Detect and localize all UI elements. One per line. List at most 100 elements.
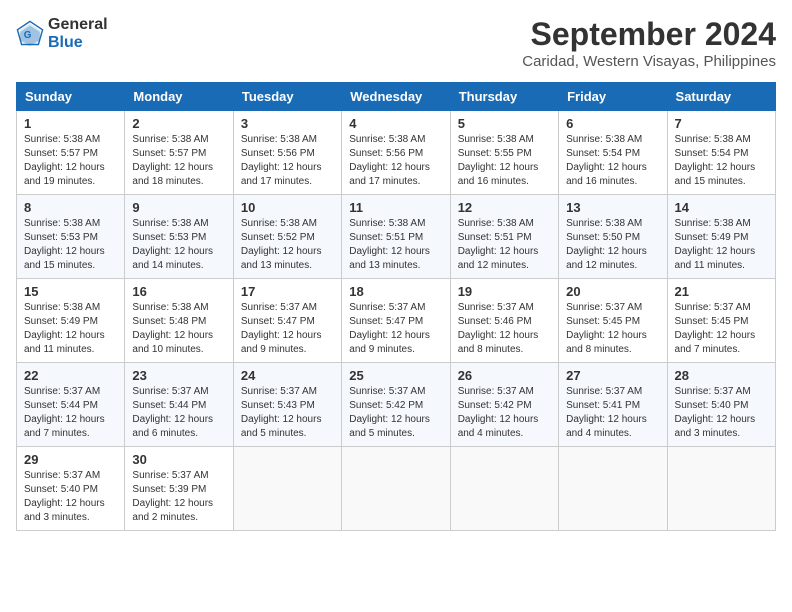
day-number: 18 — [349, 284, 442, 299]
day-info: Sunrise: 5:38 AMSunset: 5:57 PMDaylight:… — [24, 134, 105, 187]
day-number: 26 — [458, 368, 551, 383]
day-number: 22 — [24, 368, 117, 383]
calendar-cell: 23 Sunrise: 5:37 AMSunset: 5:44 PMDaylig… — [125, 363, 233, 447]
day-number: 9 — [132, 200, 225, 215]
day-info: Sunrise: 5:38 AMSunset: 5:54 PMDaylight:… — [675, 134, 756, 187]
calendar-cell: 3 Sunrise: 5:38 AMSunset: 5:56 PMDayligh… — [233, 111, 341, 195]
day-number: 7 — [675, 116, 768, 131]
day-number: 30 — [132, 452, 225, 467]
calendar-cell: 24 Sunrise: 5:37 AMSunset: 5:43 PMDaylig… — [233, 363, 341, 447]
day-info: Sunrise: 5:38 AMSunset: 5:57 PMDaylight:… — [132, 134, 213, 187]
logo-icon: G — [16, 20, 44, 48]
calendar-week-5: 29 Sunrise: 5:37 AMSunset: 5:40 PMDaylig… — [17, 447, 776, 531]
day-info: Sunrise: 5:37 AMSunset: 5:44 PMDaylight:… — [24, 386, 105, 439]
calendar-cell: 26 Sunrise: 5:37 AMSunset: 5:42 PMDaylig… — [450, 363, 558, 447]
calendar-cell: 2 Sunrise: 5:38 AMSunset: 5:57 PMDayligh… — [125, 111, 233, 195]
calendar-week-1: 1 Sunrise: 5:38 AMSunset: 5:57 PMDayligh… — [17, 111, 776, 195]
day-number: 29 — [24, 452, 117, 467]
day-number: 4 — [349, 116, 442, 131]
calendar-cell: 4 Sunrise: 5:38 AMSunset: 5:56 PMDayligh… — [342, 111, 450, 195]
day-info: Sunrise: 5:37 AMSunset: 5:40 PMDaylight:… — [675, 386, 756, 439]
calendar-cell: 22 Sunrise: 5:37 AMSunset: 5:44 PMDaylig… — [17, 363, 125, 447]
calendar-cell — [667, 447, 775, 531]
weekday-header-saturday: Saturday — [667, 83, 775, 111]
calendar-week-3: 15 Sunrise: 5:38 AMSunset: 5:49 PMDaylig… — [17, 279, 776, 363]
day-number: 12 — [458, 200, 551, 215]
day-info: Sunrise: 5:38 AMSunset: 5:55 PMDaylight:… — [458, 134, 539, 187]
calendar-cell — [233, 447, 341, 531]
calendar-cell: 17 Sunrise: 5:37 AMSunset: 5:47 PMDaylig… — [233, 279, 341, 363]
calendar-cell: 8 Sunrise: 5:38 AMSunset: 5:53 PMDayligh… — [17, 195, 125, 279]
day-info: Sunrise: 5:37 AMSunset: 5:40 PMDaylight:… — [24, 470, 105, 523]
weekday-header-friday: Friday — [559, 83, 667, 111]
day-info: Sunrise: 5:37 AMSunset: 5:41 PMDaylight:… — [566, 386, 647, 439]
weekday-header-thursday: Thursday — [450, 83, 558, 111]
day-number: 11 — [349, 200, 442, 215]
day-number: 3 — [241, 116, 334, 131]
calendar-week-2: 8 Sunrise: 5:38 AMSunset: 5:53 PMDayligh… — [17, 195, 776, 279]
day-info: Sunrise: 5:38 AMSunset: 5:54 PMDaylight:… — [566, 134, 647, 187]
month-title: September 2024 — [522, 16, 776, 53]
calendar-cell: 13 Sunrise: 5:38 AMSunset: 5:50 PMDaylig… — [559, 195, 667, 279]
day-info: Sunrise: 5:38 AMSunset: 5:51 PMDaylight:… — [349, 218, 430, 271]
calendar-cell: 20 Sunrise: 5:37 AMSunset: 5:45 PMDaylig… — [559, 279, 667, 363]
day-info: Sunrise: 5:37 AMSunset: 5:45 PMDaylight:… — [566, 302, 647, 355]
calendar-cell: 19 Sunrise: 5:37 AMSunset: 5:46 PMDaylig… — [450, 279, 558, 363]
calendar-cell: 27 Sunrise: 5:37 AMSunset: 5:41 PMDaylig… — [559, 363, 667, 447]
calendar-cell: 9 Sunrise: 5:38 AMSunset: 5:53 PMDayligh… — [125, 195, 233, 279]
day-number: 13 — [566, 200, 659, 215]
calendar-table: SundayMondayTuesdayWednesdayThursdayFrid… — [16, 82, 776, 531]
day-info: Sunrise: 5:37 AMSunset: 5:47 PMDaylight:… — [349, 302, 430, 355]
day-number: 1 — [24, 116, 117, 131]
day-info: Sunrise: 5:37 AMSunset: 5:43 PMDaylight:… — [241, 386, 322, 439]
weekday-header-tuesday: Tuesday — [233, 83, 341, 111]
day-info: Sunrise: 5:37 AMSunset: 5:42 PMDaylight:… — [349, 386, 430, 439]
day-number: 8 — [24, 200, 117, 215]
day-info: Sunrise: 5:38 AMSunset: 5:49 PMDaylight:… — [675, 218, 756, 271]
calendar-cell: 28 Sunrise: 5:37 AMSunset: 5:40 PMDaylig… — [667, 363, 775, 447]
day-number: 28 — [675, 368, 768, 383]
day-info: Sunrise: 5:37 AMSunset: 5:39 PMDaylight:… — [132, 470, 213, 523]
calendar-cell: 12 Sunrise: 5:38 AMSunset: 5:51 PMDaylig… — [450, 195, 558, 279]
day-info: Sunrise: 5:38 AMSunset: 5:56 PMDaylight:… — [241, 134, 322, 187]
calendar-cell: 6 Sunrise: 5:38 AMSunset: 5:54 PMDayligh… — [559, 111, 667, 195]
day-number: 2 — [132, 116, 225, 131]
page-header: G General Blue September 2024 Caridad, W… — [16, 16, 776, 70]
logo: G General Blue — [16, 16, 108, 53]
day-number: 10 — [241, 200, 334, 215]
calendar-cell: 7 Sunrise: 5:38 AMSunset: 5:54 PMDayligh… — [667, 111, 775, 195]
weekday-header-sunday: Sunday — [17, 83, 125, 111]
calendar-week-4: 22 Sunrise: 5:37 AMSunset: 5:44 PMDaylig… — [17, 363, 776, 447]
calendar-cell: 29 Sunrise: 5:37 AMSunset: 5:40 PMDaylig… — [17, 447, 125, 531]
day-info: Sunrise: 5:38 AMSunset: 5:48 PMDaylight:… — [132, 302, 213, 355]
day-info: Sunrise: 5:37 AMSunset: 5:44 PMDaylight:… — [132, 386, 213, 439]
day-number: 6 — [566, 116, 659, 131]
day-number: 19 — [458, 284, 551, 299]
calendar-cell — [342, 447, 450, 531]
calendar-cell — [559, 447, 667, 531]
calendar-cell: 15 Sunrise: 5:38 AMSunset: 5:49 PMDaylig… — [17, 279, 125, 363]
calendar-cell: 18 Sunrise: 5:37 AMSunset: 5:47 PMDaylig… — [342, 279, 450, 363]
calendar-header-row: SundayMondayTuesdayWednesdayThursdayFrid… — [17, 83, 776, 111]
calendar-cell: 1 Sunrise: 5:38 AMSunset: 5:57 PMDayligh… — [17, 111, 125, 195]
day-number: 14 — [675, 200, 768, 215]
day-number: 21 — [675, 284, 768, 299]
weekday-header-monday: Monday — [125, 83, 233, 111]
title-block: September 2024 Caridad, Western Visayas,… — [522, 16, 776, 70]
calendar-cell — [450, 447, 558, 531]
calendar-cell: 16 Sunrise: 5:38 AMSunset: 5:48 PMDaylig… — [125, 279, 233, 363]
logo-line1: General — [48, 16, 108, 34]
day-number: 25 — [349, 368, 442, 383]
day-info: Sunrise: 5:37 AMSunset: 5:42 PMDaylight:… — [458, 386, 539, 439]
day-info: Sunrise: 5:37 AMSunset: 5:46 PMDaylight:… — [458, 302, 539, 355]
day-info: Sunrise: 5:38 AMSunset: 5:53 PMDaylight:… — [132, 218, 213, 271]
day-info: Sunrise: 5:38 AMSunset: 5:50 PMDaylight:… — [566, 218, 647, 271]
day-info: Sunrise: 5:38 AMSunset: 5:53 PMDaylight:… — [24, 218, 105, 271]
calendar-cell: 21 Sunrise: 5:37 AMSunset: 5:45 PMDaylig… — [667, 279, 775, 363]
svg-text:G: G — [24, 31, 32, 42]
day-info: Sunrise: 5:37 AMSunset: 5:47 PMDaylight:… — [241, 302, 322, 355]
day-number: 16 — [132, 284, 225, 299]
day-number: 20 — [566, 284, 659, 299]
location: Caridad, Western Visayas, Philippines — [522, 53, 776, 70]
day-number: 27 — [566, 368, 659, 383]
